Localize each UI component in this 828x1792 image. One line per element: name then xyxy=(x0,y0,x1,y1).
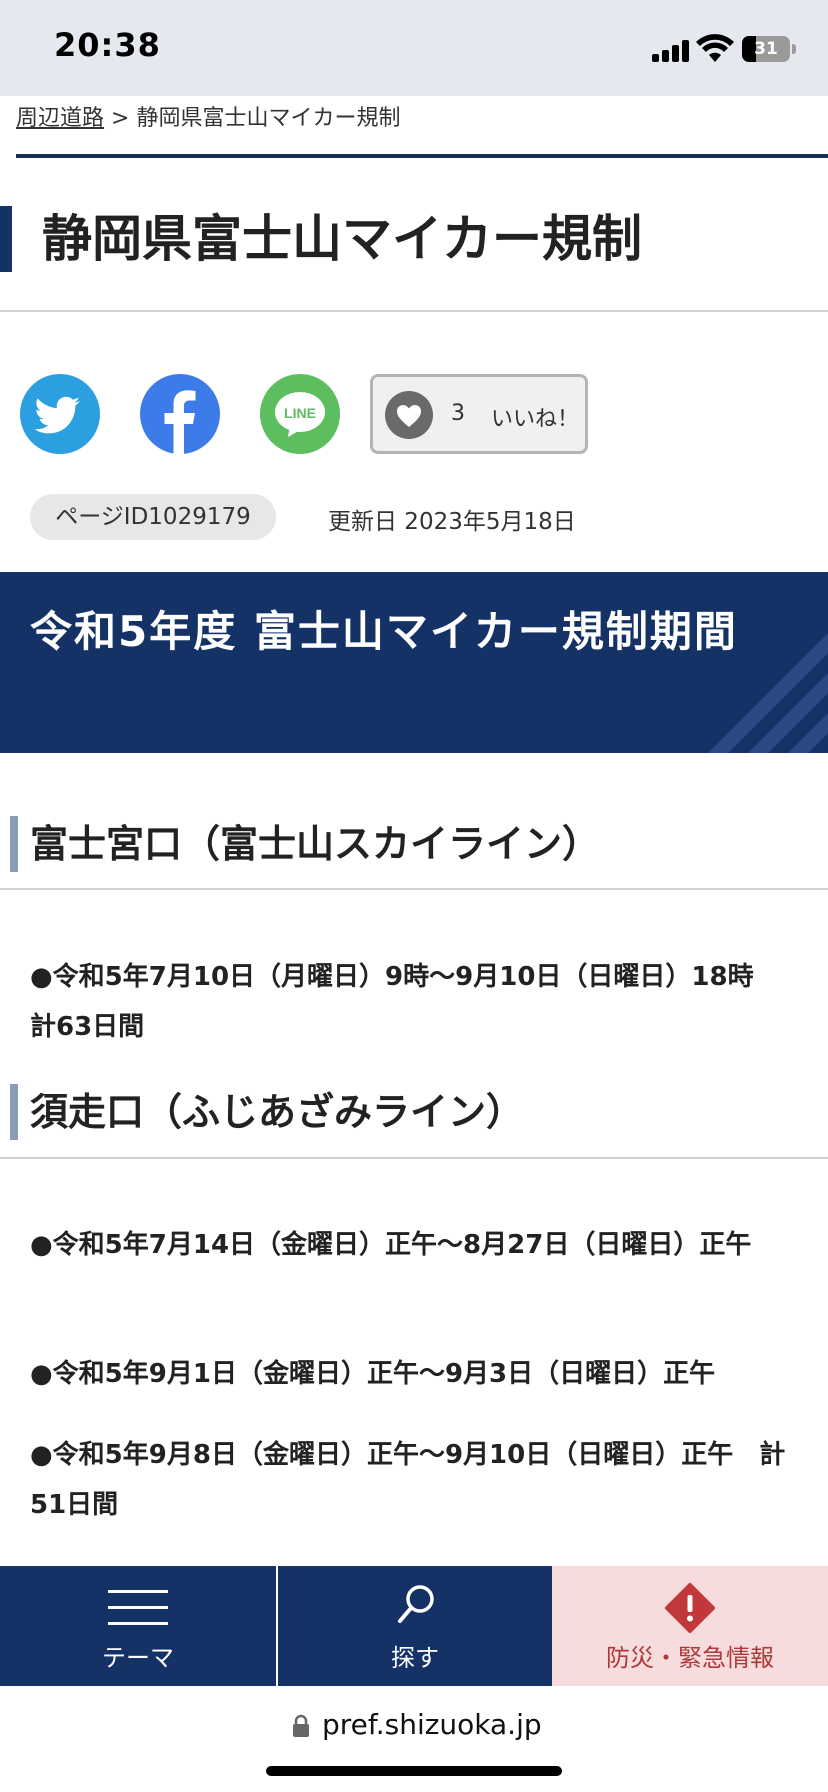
facebook-share-button[interactable] xyxy=(140,374,220,454)
breadcrumb-separator: > xyxy=(111,106,130,131)
bottom-nav: テーマ 探す 防災・緊急情報 xyxy=(0,1566,828,1686)
divider xyxy=(0,310,828,312)
like-count: 3 xyxy=(451,401,465,426)
lock-icon xyxy=(293,1714,309,1737)
nav-search-button[interactable]: 探す xyxy=(278,1566,552,1686)
warning-diamond-icon xyxy=(665,1583,715,1633)
schedule-item: ●令和5年9月1日（金曜日）正午～9月3日（日曜日）正午 xyxy=(30,1359,716,1389)
wifi-icon xyxy=(696,34,734,62)
line-icon: LINE xyxy=(275,392,325,437)
url-text: pref.shizuoka.jp xyxy=(322,1708,542,1741)
breadcrumb-link-parent[interactable]: 周辺道路 xyxy=(16,106,104,131)
home-indicator[interactable] xyxy=(266,1766,562,1776)
divider xyxy=(0,1157,828,1159)
browser-url-bar[interactable]: pref.shizuoka.jp xyxy=(0,1686,828,1792)
breadcrumb-current: 静岡県富士山マイカー規制 xyxy=(136,106,401,131)
cellular-signal-icon xyxy=(652,40,690,62)
line-icon-label: LINE xyxy=(284,405,316,421)
schedule-item: ●令和5年7月10日（月曜日）9時～9月10日（日曜日）18時 計63日間 xyxy=(30,962,780,1042)
section-banner: 令和5年度 富士山マイカー規制期間 xyxy=(0,572,828,753)
twitter-bird-icon xyxy=(34,396,80,434)
battery-level: 31 xyxy=(754,39,778,59)
section-heading-fujinomiya: 富士宮口（富士山スカイライン） xyxy=(30,822,601,866)
updated-date: 更新日 2023年5月18日 xyxy=(328,509,576,535)
decorative-stripes xyxy=(708,633,828,753)
nav-emergency-button[interactable]: 防災・緊急情報 xyxy=(552,1566,828,1686)
search-icon xyxy=(398,1585,434,1623)
schedule-item: ●令和5年9月8日（金曜日）正午～9月10日（日曜日）正午 計51日間 xyxy=(30,1440,786,1520)
status-bar: 20:38 31 xyxy=(0,0,828,96)
section-accent-bar xyxy=(10,816,18,872)
schedule-item: ●令和5年7月14日（金曜日）正午～8月27日（日曜日）正午 xyxy=(30,1230,752,1260)
nav-search-label: 探す xyxy=(391,1644,439,1672)
status-time: 20:38 xyxy=(54,26,161,64)
like-label: いいね！ xyxy=(491,407,580,432)
facebook-f-icon xyxy=(164,390,196,454)
like-button[interactable]: 3 いいね！ xyxy=(370,374,588,454)
divider xyxy=(0,888,828,890)
nav-theme-button[interactable]: テーマ xyxy=(0,1566,276,1686)
section-heading-subashiri: 須走口（ふじあざみライン） xyxy=(30,1090,525,1134)
hamburger-menu-icon xyxy=(108,1588,168,1628)
nav-emergency-label: 防災・緊急情報 xyxy=(606,1644,774,1672)
battery-icon: 31 xyxy=(742,36,790,62)
line-share-button[interactable]: LINE xyxy=(260,374,340,454)
page-id-badge: ページID1029179 xyxy=(30,494,276,540)
heart-icon xyxy=(385,391,433,439)
breadcrumb: 周辺道路 > 静岡県富士山マイカー規制 xyxy=(16,100,400,132)
title-accent-bar xyxy=(0,206,12,272)
twitter-share-button[interactable] xyxy=(20,374,100,454)
page-title: 静岡県富士山マイカー規制 xyxy=(42,210,642,268)
divider xyxy=(16,154,828,158)
banner-title: 令和5年度 富士山マイカー規制期間 xyxy=(30,607,738,656)
nav-theme-label: テーマ xyxy=(102,1644,174,1672)
section-accent-bar xyxy=(10,1084,18,1140)
